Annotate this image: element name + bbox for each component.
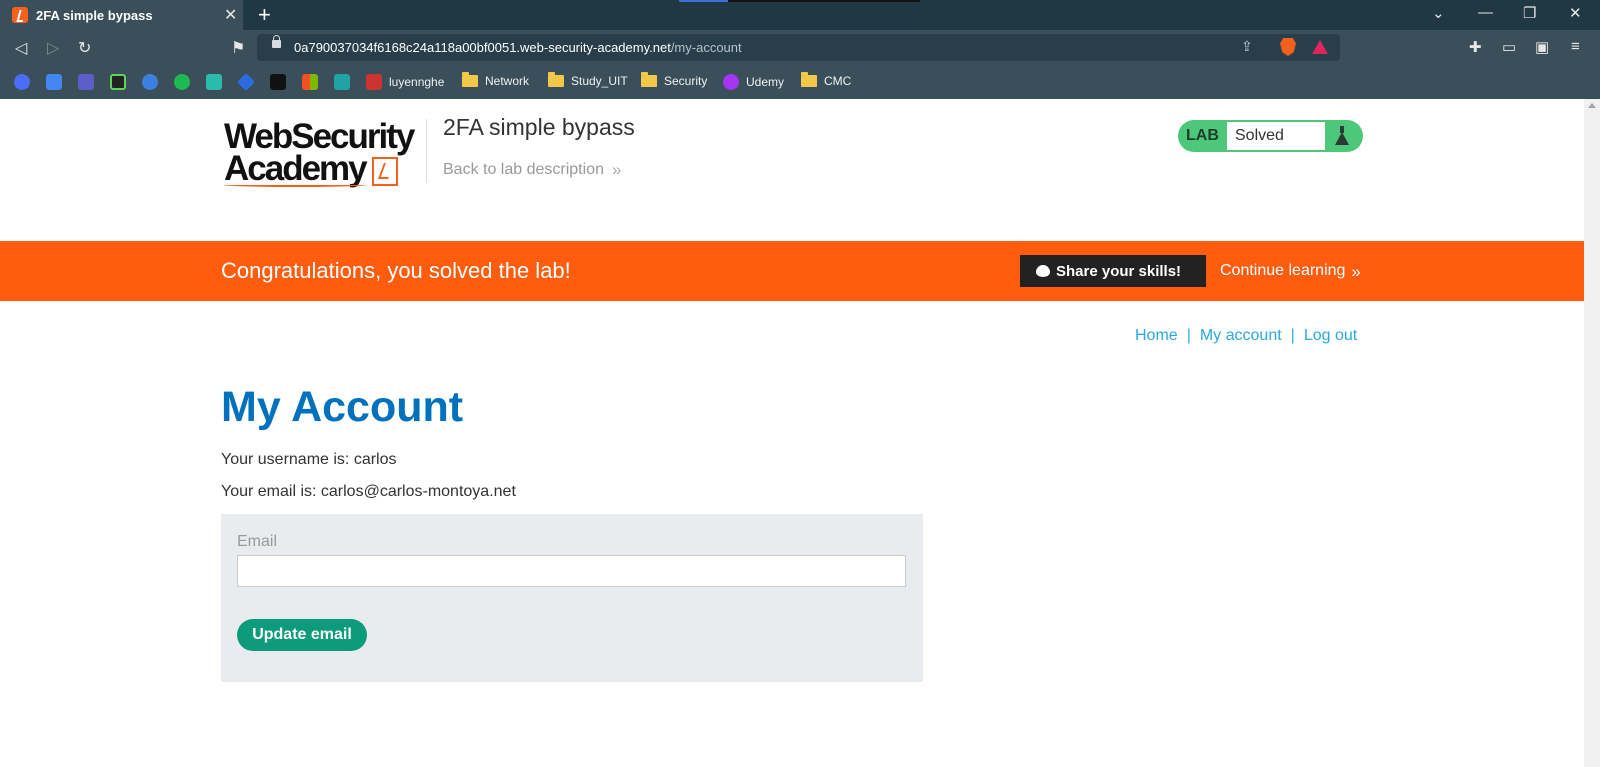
udemy-icon xyxy=(723,74,739,90)
folder-icon xyxy=(462,72,478,87)
lock-icon[interactable] xyxy=(272,35,281,48)
forward-button[interactable]: ▷ xyxy=(47,38,59,58)
logo-bolt-icon xyxy=(372,157,398,186)
back-to-lab-link[interactable]: Back to lab description » xyxy=(443,160,622,180)
tab-close-icon[interactable]: ✕ xyxy=(224,5,237,25)
bookmark-edge2-icon[interactable] xyxy=(142,74,158,90)
header-divider xyxy=(426,119,427,183)
bookmark-folder-security[interactable]: Security xyxy=(641,72,708,88)
bookmark-folder-cmc[interactable]: CMC xyxy=(801,72,852,88)
page-title: My Account xyxy=(221,383,464,431)
bookmark-label: Study_UIT xyxy=(571,74,628,88)
bookmark-sheets-icon[interactable] xyxy=(206,74,222,90)
restore-button[interactable]: ❐ xyxy=(1523,4,1536,22)
luyennghe-icon xyxy=(366,74,382,90)
brave-rewards-icon[interactable] xyxy=(1312,40,1328,54)
browser-titlebar: 2FA simple bypass ✕ + ⌄ — ❐ ✕ xyxy=(0,0,1600,30)
lab-label: LAB xyxy=(1186,127,1219,144)
back-link-label: Back to lab description xyxy=(443,161,604,178)
bookmark-translate-icon[interactable] xyxy=(46,74,62,90)
bookmark-label: Security xyxy=(664,74,708,88)
bookmark-label: Udemy xyxy=(746,75,785,89)
my-account-link[interactable]: My account xyxy=(1200,327,1282,345)
bookmark-spotify-icon[interactable] xyxy=(174,74,190,90)
page-content: WebSecurity Academy 2FA simple bypass Ba… xyxy=(0,99,1584,767)
browser-tab[interactable]: 2FA simple bypass ✕ xyxy=(0,0,243,30)
browser-toolbar: ◁ ▷ ↻ ⚑ 0a790037034f6168c24a118a00bf0051… xyxy=(0,30,1600,65)
logo-line2: Academy xyxy=(224,149,368,188)
update-email-button[interactable]: Update email xyxy=(237,619,367,651)
share-skills-button[interactable]: Share your skills! xyxy=(1020,255,1206,287)
bookmark-label: CMC xyxy=(824,74,852,88)
bookmark-microsoft-icon[interactable] xyxy=(302,74,318,90)
minimize-button[interactable]: — xyxy=(1478,4,1493,21)
home-link[interactable]: Home xyxy=(1135,327,1178,345)
bookmark-x-icon[interactable] xyxy=(270,74,286,90)
new-tab-button[interactable]: + xyxy=(258,2,271,28)
folder-icon xyxy=(801,72,817,87)
double-chevron-icon: » xyxy=(611,160,622,179)
username-line: Your username is: carlos xyxy=(221,451,397,468)
lab-status-badge: LAB Solved xyxy=(1178,120,1363,152)
bookmark-label: Network xyxy=(485,74,530,88)
twitter-icon xyxy=(1036,265,1050,277)
bookmarks-bar: luyennghe Network Study_UIT Security Ude… xyxy=(0,65,1600,99)
bookmark-udemy[interactable]: Udemy xyxy=(723,74,784,90)
page-scrollbar[interactable] xyxy=(1584,99,1600,767)
close-window-button[interactable]: ✕ xyxy=(1569,4,1582,22)
continue-learning-link[interactable]: Continue learning » xyxy=(1220,262,1361,282)
logo-swoosh-icon xyxy=(224,183,366,187)
scroll-up-arrow-icon[interactable] xyxy=(1588,103,1596,108)
email-line: Your email is: carlos@carlos-montoya.net xyxy=(221,483,516,500)
extensions-icon[interactable]: ✚ xyxy=(1469,38,1482,56)
wallet-icon[interactable]: ▣ xyxy=(1535,38,1549,56)
folder-icon xyxy=(641,72,657,87)
bookmark-luyennghe[interactable]: luyennghe xyxy=(366,74,444,90)
log-out-link[interactable]: Log out xyxy=(1304,327,1357,345)
portswigger-favicon-icon xyxy=(12,7,28,23)
email-field[interactable] xyxy=(237,555,906,587)
nav-separator: | xyxy=(1290,327,1295,344)
bookmark-app-icon[interactable] xyxy=(110,74,126,90)
folder-icon xyxy=(548,72,564,87)
address-bar[interactable]: 0a790037034f6168c24a118a00bf0051.web-sec… xyxy=(257,34,1340,61)
url-path: /my-account xyxy=(670,40,742,55)
menu-icon[interactable]: ≡ xyxy=(1571,38,1580,55)
double-chevron-icon: » xyxy=(1351,262,1361,281)
bookmark-sharepoint-icon[interactable] xyxy=(334,74,350,90)
flask-icon xyxy=(1333,126,1351,146)
reload-button[interactable]: ↻ xyxy=(78,38,91,58)
web-security-academy-logo[interactable]: WebSecurity Academy xyxy=(224,117,424,189)
nav-separator: | xyxy=(1186,327,1191,344)
share-icon[interactable]: ⇪ xyxy=(1241,38,1253,55)
bookmark-diamond-icon[interactable] xyxy=(236,72,256,92)
solved-banner: Congratulations, you solved the lab! Sha… xyxy=(0,241,1584,301)
bookmark-page-icon[interactable]: ⚑ xyxy=(231,38,245,58)
bookmark-teams-icon[interactable] xyxy=(78,74,94,90)
bookmark-edge-icon[interactable] xyxy=(14,74,30,90)
email-label: Email xyxy=(237,533,278,550)
url-text[interactable]: 0a790037034f6168c24a118a00bf0051.web-sec… xyxy=(294,40,742,55)
brave-shields-icon[interactable] xyxy=(1280,38,1296,56)
bookmark-label: luyennghe xyxy=(389,75,445,89)
bookmark-folder-study-uit[interactable]: Study_UIT xyxy=(548,72,628,88)
lab-status: Solved xyxy=(1227,122,1325,150)
bookmark-folder-network[interactable]: Network xyxy=(462,72,530,88)
continue-label: Continue learning xyxy=(1220,262,1346,279)
tab-strip-marker-dark xyxy=(728,0,920,2)
tab-search-icon[interactable]: ⌄ xyxy=(1432,4,1445,22)
url-host: 0a790037034f6168c24a118a00bf0051.web-sec… xyxy=(294,40,671,55)
account-nav: Home | My account | Log out xyxy=(1135,327,1357,345)
lab-title: 2FA simple bypass xyxy=(443,114,635,140)
tab-strip-marker xyxy=(679,0,728,2)
back-button[interactable]: ◁ xyxy=(15,38,27,58)
sidebar-icon[interactable]: ▭ xyxy=(1502,38,1516,56)
congratulations-message: Congratulations, you solved the lab! xyxy=(221,258,571,283)
change-email-form: Email Update email xyxy=(221,514,923,682)
tab-title: 2FA simple bypass xyxy=(36,8,153,23)
share-label: Share your skills! xyxy=(1056,262,1182,280)
